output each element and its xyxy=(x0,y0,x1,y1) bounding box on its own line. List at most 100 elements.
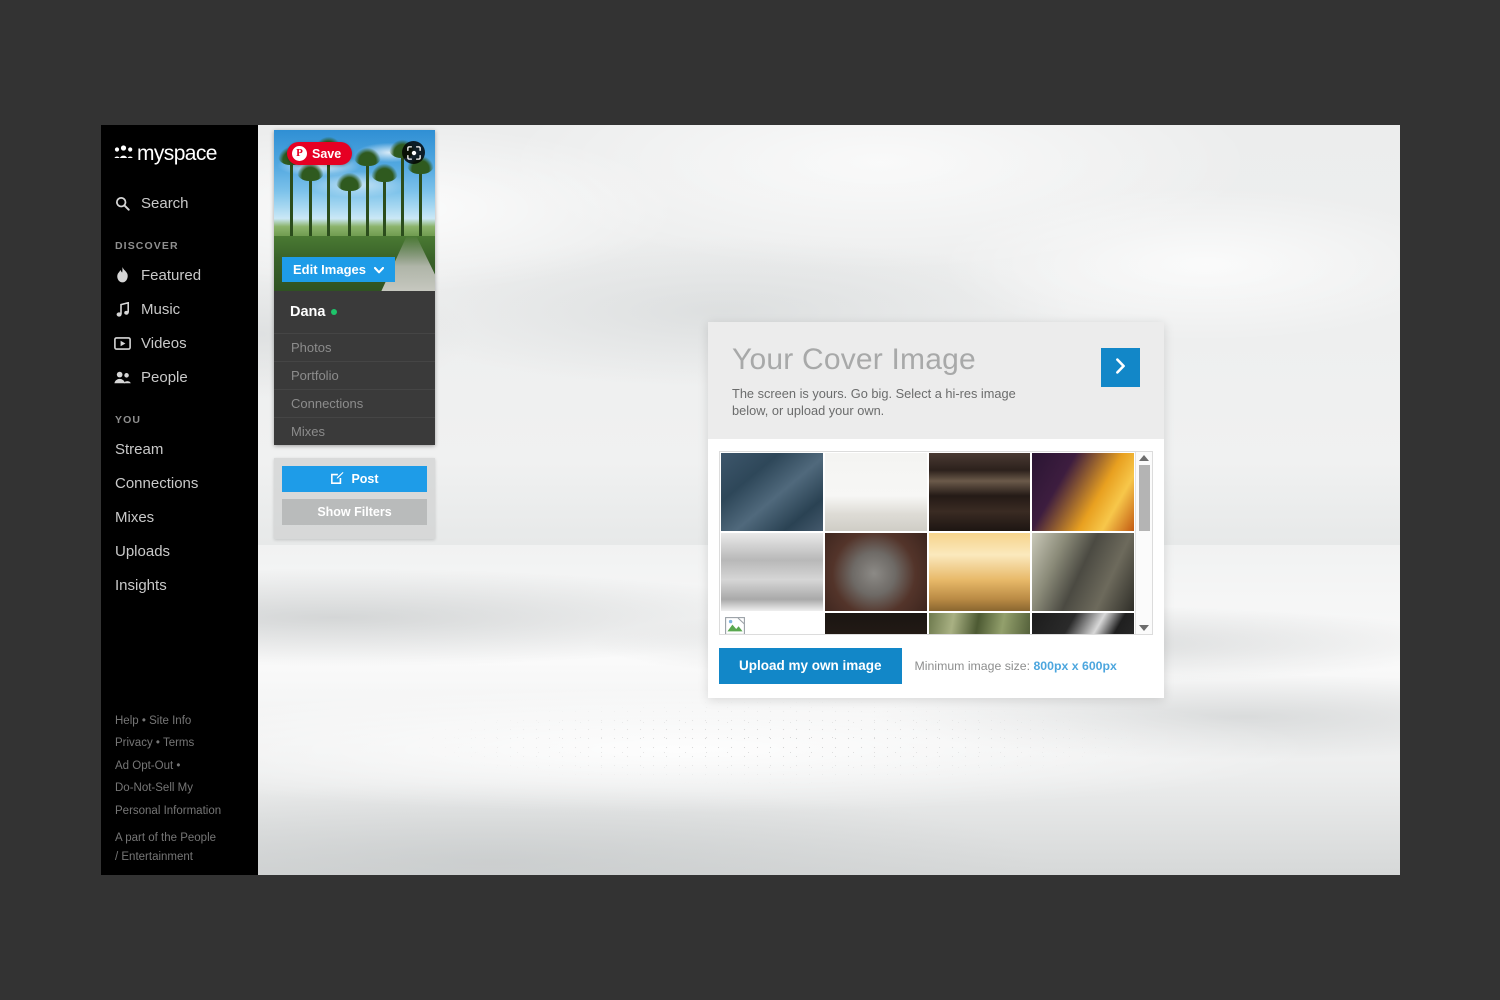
cover-thumbnail-dark-workshop-shelf[interactable] xyxy=(928,452,1031,531)
chevron-right-icon xyxy=(1115,358,1126,377)
sidebar-heading-discover: DISCOVER xyxy=(115,240,179,252)
footer-separator: • xyxy=(176,759,181,772)
profile-card: P Save Edit Images Dana Photos Portfolio… xyxy=(274,130,435,445)
footer-row-adoptout: Ad Opt-Out • xyxy=(115,755,221,778)
cover-image-modal: Your Cover Image The screen is yours. Go… xyxy=(708,322,1164,698)
profile-link-photos[interactable]: Photos xyxy=(274,333,435,361)
cover-thumbnail-grid[interactable] xyxy=(720,452,1135,634)
scrollbar-track[interactable] xyxy=(1136,461,1152,625)
sidebar-item-label: Featured xyxy=(141,266,202,284)
show-filters-button[interactable]: Show Filters xyxy=(282,499,427,525)
post-button[interactable]: Post xyxy=(282,466,427,492)
sidebar-item-label: Search xyxy=(141,194,189,212)
footer-row-help: Help • Site Info xyxy=(115,710,221,733)
upload-own-image-button[interactable]: Upload my own image xyxy=(719,647,902,684)
online-status-dot xyxy=(331,309,338,315)
footer-tagline-line1: A part of the People xyxy=(115,832,217,844)
main-sidebar: myspace Search DISCOVER Featured Music V… xyxy=(101,125,258,875)
sidebar-item-label: Videos xyxy=(141,334,187,352)
profile-link-label: Connections xyxy=(291,396,364,411)
cover-thumbnail-industrial-building[interactable] xyxy=(1032,532,1134,611)
footer-link-help[interactable]: Help xyxy=(115,715,139,727)
profile-link-connections[interactable]: Connections xyxy=(274,389,435,417)
footer-tagline: A part of the People / Entertainment xyxy=(115,829,221,867)
profile-rail: P Save Edit Images Dana Photos Portfolio… xyxy=(274,130,435,539)
myspace-logo[interactable]: myspace xyxy=(101,125,258,166)
sidebar-item-label: Insights xyxy=(115,576,167,594)
edit-images-label: Edit Images xyxy=(293,262,366,277)
cover-thumbnail-white-lines-dark[interactable] xyxy=(1032,612,1134,634)
sidebar-item-connections[interactable]: Connections xyxy=(101,466,258,500)
sidebar-discover-group: Featured Music Videos People xyxy=(101,258,258,394)
footer-tagline-line2: / Entertainment xyxy=(115,851,193,863)
sidebar-item-mixes[interactable]: Mixes xyxy=(101,500,258,534)
lens-search-icon[interactable] xyxy=(402,141,425,164)
triangle-down-icon[interactable] xyxy=(1139,624,1149,631)
sidebar-item-label: Stream xyxy=(115,440,164,458)
brand-name: myspace xyxy=(137,142,217,165)
post-button-label: Post xyxy=(351,472,379,486)
cover-modal-body: Upload my own image Minimum image size: … xyxy=(708,438,1164,698)
sidebar-item-label: Mixes xyxy=(115,508,155,526)
pinterest-icon: P xyxy=(292,146,307,161)
cover-modal-subtitle: The screen is yours. Go big. Select a hi… xyxy=(732,385,1016,418)
profile-link-label: Mixes xyxy=(291,424,325,439)
search-icon xyxy=(114,195,131,212)
browser-viewport: myspace Search DISCOVER Featured Music V… xyxy=(101,125,1400,875)
scrollbar-thumb[interactable] xyxy=(1138,464,1150,531)
sidebar-item-videos[interactable]: Videos xyxy=(101,326,258,360)
cover-modal-footer: Upload my own image Minimum image size: … xyxy=(719,647,1153,684)
cover-thumbnail-grid-wrapper xyxy=(719,450,1153,635)
cover-thumbnail-bw-structure-symmetry[interactable] xyxy=(721,532,823,611)
footer-link-ad-opt-out[interactable]: Ad Opt-Out xyxy=(115,760,173,772)
footer-link-personal-information[interactable]: Personal Information xyxy=(115,805,221,817)
cover-modal-title: Your Cover Image xyxy=(732,343,976,376)
footer-row-donotsell-1: Do-Not-Sell My xyxy=(115,777,221,800)
sidebar-item-stream[interactable]: Stream xyxy=(101,432,258,466)
sidebar-item-insights[interactable]: Insights xyxy=(101,568,258,602)
sidebar-item-uploads[interactable]: Uploads xyxy=(101,534,258,568)
cover-thumbnail-drumsticks-on-drum[interactable] xyxy=(824,532,927,611)
profile-photo[interactable]: P Save Edit Images xyxy=(274,130,435,291)
broken-image-icon xyxy=(725,616,745,634)
sidebar-item-people[interactable]: People xyxy=(101,360,258,394)
pinterest-save-button[interactable]: P Save xyxy=(287,142,353,165)
edit-images-button[interactable]: Edit Images xyxy=(282,257,395,282)
minimum-image-size-label: Minimum image size: xyxy=(914,658,1031,673)
sidebar-item-label: Uploads xyxy=(115,542,171,560)
chevron-down-icon xyxy=(373,262,385,277)
sidebar-heading-you: YOU xyxy=(115,414,142,426)
footer-link-privacy[interactable]: Privacy xyxy=(115,737,153,749)
music-note-icon xyxy=(114,301,131,318)
sidebar-item-music[interactable]: Music xyxy=(101,292,258,326)
profile-name: Dana xyxy=(274,291,435,333)
cover-thumbnail-white-snow-landscape[interactable] xyxy=(824,452,927,531)
profile-link-mixes[interactable]: Mixes xyxy=(274,417,435,445)
minimum-image-size-value: 800px x 600px xyxy=(1033,658,1117,673)
sidebar-item-featured[interactable]: Featured xyxy=(101,258,258,292)
cover-grid-scrollbar[interactable] xyxy=(1135,451,1152,634)
cover-thumbnail-fire-sparks-purple[interactable] xyxy=(1032,452,1134,531)
profile-link-portfolio[interactable]: Portfolio xyxy=(274,361,435,389)
cover-modal-next-button[interactable] xyxy=(1101,348,1140,387)
footer-link-do-not-sell[interactable]: Do-Not-Sell My xyxy=(115,782,193,794)
sidebar-you-group: Stream Connections Mixes Uploads Insight… xyxy=(101,432,258,602)
sidebar-item-search[interactable]: Search xyxy=(101,186,258,220)
sidebar-item-label: Music xyxy=(141,300,181,318)
cover-thumbnail-blue-cloud-texture[interactable] xyxy=(721,452,823,531)
flame-icon xyxy=(114,267,131,284)
sidebar-item-label: Connections xyxy=(115,474,199,492)
cover-thumbnail-dark-doorway-light[interactable] xyxy=(824,612,927,634)
cover-thumbnail-green-reeds-grass[interactable] xyxy=(928,612,1031,634)
footer-link-site-info[interactable]: Site Info xyxy=(149,715,191,727)
cover-thumbnail-broken-image-placeholder[interactable] xyxy=(721,612,823,634)
people-dots-icon xyxy=(114,144,134,164)
sidebar-item-label: People xyxy=(141,368,188,386)
minimum-image-size-note: Minimum image size: 800px x 600px xyxy=(915,659,1117,673)
footer-separator: • xyxy=(141,714,146,727)
pinterest-save-label: Save xyxy=(312,146,342,161)
cover-modal-header: Your Cover Image The screen is yours. Go… xyxy=(708,322,1164,439)
footer-link-terms[interactable]: Terms xyxy=(163,737,194,749)
cover-thumbnail-golden-sunlight-crowd[interactable] xyxy=(928,532,1031,611)
sidebar-footer: Help • Site Info Privacy • Terms Ad Opt-… xyxy=(101,710,231,876)
